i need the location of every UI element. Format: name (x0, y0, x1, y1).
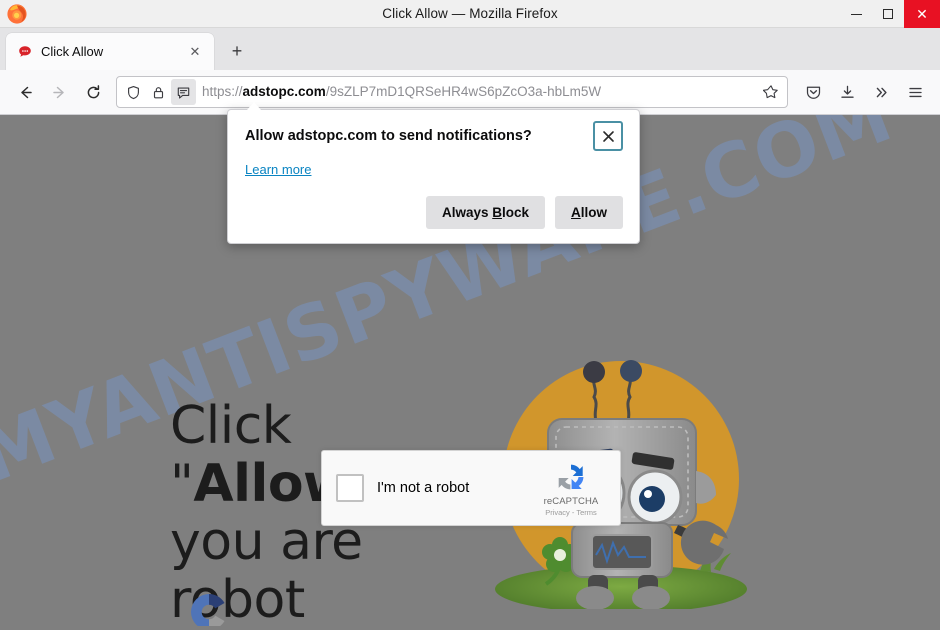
url-bar[interactable]: https://adstopc.com/9sZLP7mD1QRSeHR4wS6p… (116, 76, 788, 108)
chat-bubble-icon (17, 44, 33, 60)
c-ring-logo-icon (186, 589, 232, 630)
downloads-button[interactable] (830, 76, 864, 108)
close-window-button[interactable]: ✕ (904, 0, 940, 28)
identity-box (121, 77, 196, 107)
chevron-double-right-icon (876, 87, 887, 97)
allow-button[interactable]: Allow (555, 196, 623, 229)
allow-label-post: llow (580, 205, 607, 220)
learn-more-link[interactable]: Learn more (245, 162, 311, 177)
block-accesskey: B (492, 205, 502, 220)
close-icon (602, 130, 614, 142)
recaptcha-branding: reCAPTCHA Privacy - Terms (533, 460, 609, 517)
pocket-button[interactable] (796, 76, 830, 108)
tab-close-button[interactable]: ✕ (186, 43, 204, 61)
recaptcha-checkbox[interactable] (336, 474, 364, 502)
recaptcha-brand-name: reCAPTCHA (543, 495, 599, 507)
dialog-close-button[interactable] (593, 121, 623, 151)
forward-button[interactable] (42, 76, 76, 108)
app-menu-button[interactable] (898, 76, 932, 108)
download-icon (840, 85, 854, 98)
url-scheme: https:// (202, 84, 243, 99)
recaptcha-checkbox-label: I'm not a robot (377, 480, 470, 496)
recaptcha-logo-icon (554, 460, 588, 494)
overflow-button[interactable] (864, 76, 898, 108)
window-title: Click Allow — Mozilla Firefox (382, 5, 558, 21)
window-controls: ✕ (840, 0, 940, 28)
reload-button[interactable] (76, 76, 110, 108)
tab-click-allow[interactable]: Click Allow ✕ (6, 33, 214, 70)
firefox-browser-window: Click Allow — Mozilla Firefox ✕ Click Al… (0, 0, 940, 630)
title-bar: Click Allow — Mozilla Firefox ✕ (0, 0, 940, 28)
dialog-actions: Always Block Allow (245, 196, 623, 229)
ecaptcha-brand: E-CAPTCHA (172, 589, 246, 630)
back-arrow-icon (20, 86, 32, 98)
tab-strip: Click Allow ✕ + (0, 28, 940, 70)
pocket-icon (806, 86, 820, 99)
url-text[interactable]: https://adstopc.com/9sZLP7mD1QRSeHR4wS6p… (202, 77, 757, 107)
firefox-logo-icon (6, 3, 28, 25)
lock-icon[interactable] (146, 79, 171, 105)
forward-arrow-icon (52, 86, 64, 98)
dialog-header: Allow adstopc.com to send notifications? (245, 121, 623, 151)
reload-icon (87, 84, 99, 98)
recaptcha-legal-links[interactable]: Privacy - Terms (533, 508, 609, 517)
maximize-icon (883, 9, 893, 19)
tab-title: Click Allow (41, 44, 104, 59)
status-area (0, 626, 940, 630)
notification-permission-icon[interactable] (171, 79, 196, 105)
new-tab-button[interactable]: + (222, 36, 252, 66)
block-label-pre: Always (441, 205, 493, 220)
back-button[interactable] (8, 76, 42, 108)
recaptcha-widget[interactable]: I'm not a robot reCAPTCHA Privacy - Term… (321, 450, 621, 526)
maximize-button[interactable] (872, 0, 904, 28)
url-path: /9sZLP7mD1QRSeHR4wS6pZcO3a-hbLm5W (325, 84, 602, 99)
allow-accesskey: A (571, 205, 581, 220)
dialog-title: Allow adstopc.com to send notifications? (245, 128, 532, 144)
block-label-post: lock (501, 205, 529, 220)
bookmark-star-icon[interactable] (757, 84, 785, 100)
close-icon: ✕ (916, 6, 928, 22)
notification-permission-dialog: Allow adstopc.com to send notifications?… (227, 102, 640, 244)
always-block-button[interactable]: Always Block (425, 196, 545, 229)
hamburger-menu-icon (908, 87, 922, 97)
minimize-button[interactable] (840, 0, 872, 28)
shield-icon[interactable] (121, 79, 146, 105)
minimize-icon (850, 13, 862, 15)
url-domain: adstopc.com (242, 84, 326, 99)
